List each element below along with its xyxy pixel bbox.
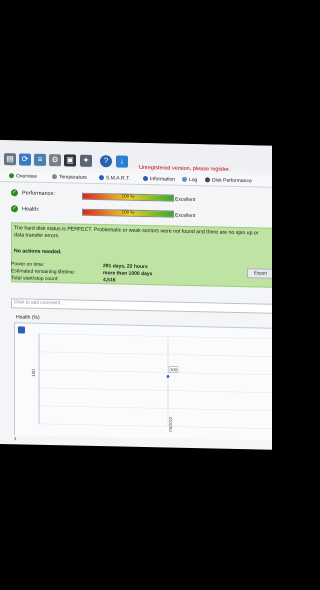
comment-placeholder: Click to add comment ... xyxy=(14,300,66,307)
unregistered-link[interactable]: Unregistered version, please register. xyxy=(139,165,230,173)
health-chart: 100 100 7/6/2022 xyxy=(14,322,272,441)
y-tick-label: 100 xyxy=(31,369,36,377)
health-bar: 100 % xyxy=(82,208,174,218)
x-tick-label: 7/6/2022 xyxy=(168,416,173,432)
gridline xyxy=(39,351,272,357)
recommended-actions: No actions needed. xyxy=(14,248,62,256)
performance-value: 100 % xyxy=(121,193,135,199)
tab-bar: Overview Temperature S.M.A.R.T. Informat… xyxy=(0,171,272,188)
tab-log[interactable]: Log xyxy=(182,176,197,184)
chart-svg: 100 100 7/6/2022 xyxy=(31,333,272,433)
settings-icon[interactable]: ✦ xyxy=(80,154,92,167)
performance-label: Performance: xyxy=(22,190,56,198)
tab-label: Information xyxy=(150,176,176,183)
gridline xyxy=(39,333,272,339)
health-value: 100 % xyxy=(121,209,135,215)
gridline xyxy=(39,369,272,375)
tab-label: Temperature xyxy=(59,174,88,181)
chart-title: Health (%) xyxy=(16,314,40,321)
tab-disk-performance[interactable]: Disk Performance xyxy=(205,176,252,185)
gridline xyxy=(39,387,272,393)
tab-label: Overview xyxy=(16,173,37,180)
data-label: 100 xyxy=(170,367,178,372)
tab-label: Disk Performance xyxy=(212,177,252,185)
lifetime-value: more than 1000 days xyxy=(103,270,153,278)
log-icon xyxy=(182,176,187,183)
tab-information[interactable]: Information xyxy=(143,175,175,184)
performance-icon xyxy=(205,177,210,183)
startstop-label: Total start/stop count: xyxy=(11,275,59,283)
smart-icon xyxy=(99,175,104,181)
export-button[interactable]: Export xyxy=(247,268,272,279)
tab-smart[interactable]: S.M.A.R.T. xyxy=(99,174,130,183)
report-icon[interactable]: ≡ xyxy=(34,153,46,166)
health-label: Health: xyxy=(22,206,40,213)
tab-overview[interactable]: Overview xyxy=(9,172,37,181)
refresh-icon[interactable]: ⟳ xyxy=(19,153,31,166)
check-circle-icon xyxy=(9,173,14,179)
monitor-icon[interactable]: ▣ xyxy=(64,154,76,167)
info-icon xyxy=(143,176,148,182)
gridline xyxy=(39,423,272,429)
tab-label: S.M.A.R.T. xyxy=(106,175,130,182)
startstop-value: 4,516 xyxy=(103,277,116,284)
tab-label: Log xyxy=(189,176,198,184)
update-icon[interactable]: ↓ xyxy=(116,155,128,168)
power-on-value: 291 days, 22 hours xyxy=(103,263,148,271)
toolbar: ▤ ⟳ ≡ ⚙ ▣ ✦ ? ↓ Unregistered version, pl… xyxy=(0,140,272,173)
performance-rating: Excellent xyxy=(175,196,196,204)
tab-temperature[interactable]: Temperature xyxy=(52,173,87,182)
status-description: The hard disk status is PERFECT. Problem… xyxy=(14,225,259,239)
disk-icon[interactable]: ▤ xyxy=(4,153,16,166)
performance-bar: 100 % xyxy=(82,192,174,202)
comment-field[interactable]: Click to add comment ... xyxy=(11,298,272,314)
gridline xyxy=(39,405,272,411)
hd-sentinel-window: ▤ ⟳ ≡ ⚙ ▣ ✦ ? ↓ Unregistered version, pl… xyxy=(0,140,272,450)
help-icon[interactable]: ? xyxy=(100,155,112,168)
health-ok-icon: ✓ xyxy=(11,205,18,213)
thermometer-icon xyxy=(52,174,57,180)
tools-icon[interactable]: ⚙ xyxy=(49,154,61,167)
power-on-label: Power on time: xyxy=(11,261,45,268)
performance-ok-icon: ✓ xyxy=(11,189,18,197)
health-rating: Excellent xyxy=(175,212,196,220)
data-point xyxy=(166,375,170,378)
footer-char: 4 xyxy=(14,436,17,442)
